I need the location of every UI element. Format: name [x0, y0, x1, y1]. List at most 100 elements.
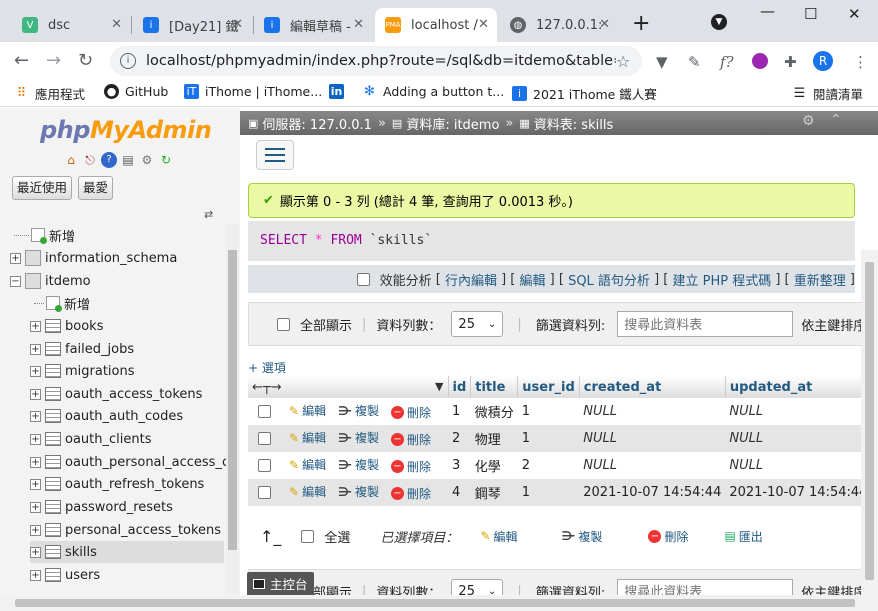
row-delete-button[interactable]: − 刪除: [391, 485, 431, 502]
cell-created-at[interactable]: 2021-10-07 14:54:44: [579, 479, 726, 506]
bulk-copy-button[interactable]: ⋺ 複製: [562, 528, 603, 545]
minimize-icon[interactable]: —: [760, 2, 775, 20]
menu-icon[interactable]: ⋮: [853, 53, 868, 71]
docs-icon[interactable]: ▤: [120, 152, 136, 168]
page-vertical-scrollbar[interactable]: [861, 250, 878, 595]
expand-icon[interactable]: +: [30, 343, 41, 355]
tree-table-oauth-clients[interactable]: + oauth_clients: [30, 428, 151, 450]
profile-avatar[interactable]: R: [813, 51, 833, 71]
browser-tab-dsc[interactable]: V dsc ✕: [12, 8, 130, 42]
cell-title[interactable]: 微積分: [470, 398, 518, 425]
expand-icon[interactable]: +: [30, 320, 41, 332]
expand-icon[interactable]: +: [10, 252, 21, 264]
tab-search-icon[interactable]: ▼: [711, 14, 727, 30]
breadcrumb-database[interactable]: 資料庫: itdemo: [406, 114, 499, 133]
tree-table-oauth-access-tokens[interactable]: + oauth_access_tokens: [30, 383, 202, 405]
rows-per-page-select[interactable]: 25 ⌄: [451, 311, 504, 337]
reload-nav-icon[interactable]: ↻: [158, 152, 174, 168]
address-bar[interactable]: i localhost/phpmyadmin/index.php?route=/…: [110, 46, 642, 76]
create-php-code-link[interactable]: 建立 PHP 程式碼: [672, 270, 771, 289]
info-icon[interactable]: i: [120, 53, 136, 69]
vpn-extension-icon[interactable]: ▼: [656, 53, 668, 71]
reload-icon[interactable]: ↻: [78, 50, 93, 71]
row-checkbox[interactable]: [258, 431, 271, 445]
table-row[interactable]: ✎ 編輯 ⋺ 複製 − 刪除 1 微積分 1 NULL NULL: [248, 398, 872, 425]
cell-id[interactable]: 4: [448, 479, 471, 506]
browser-tab-localhost[interactable]: PMA localhost / ✕: [375, 8, 497, 42]
close-icon[interactable]: ✕: [111, 17, 122, 32]
table-row[interactable]: ✎ 編輯 ⋺ 複製 − 刪除 2 物理 1 NULL NULL: [248, 425, 872, 452]
tree-table-oauth-personal-access-clients[interactable]: + oauth_personal_access_cl: [30, 451, 233, 473]
row-checkbox[interactable]: [258, 404, 271, 418]
hamburger-menu-button[interactable]: [256, 140, 294, 170]
tree-db-itdemo[interactable]: − itdemo: [10, 270, 91, 292]
cell-id[interactable]: 3: [448, 452, 471, 479]
row-edit-button[interactable]: ✎ 編輯: [289, 429, 326, 446]
cell-user-id[interactable]: 2: [517, 452, 580, 479]
filter-rows-input[interactable]: [617, 311, 794, 337]
row-copy-button[interactable]: ⋺ 複製: [338, 429, 379, 446]
tree-table-books[interactable]: + books: [30, 315, 103, 337]
close-icon[interactable]: ✕: [353, 17, 364, 32]
collapse-top-icon[interactable]: ⌃: [830, 112, 842, 128]
row-edit-button[interactable]: ✎ 編輯: [289, 483, 326, 500]
sql-query-box[interactable]: SELECT * FROM `skills`: [248, 221, 855, 261]
expand-icon[interactable]: +: [30, 501, 41, 513]
expand-icon[interactable]: +: [30, 478, 41, 490]
bulk-edit-button[interactable]: ✎ 編輯: [480, 528, 517, 545]
cell-user-id[interactable]: 1: [517, 425, 580, 452]
cell-updated-at[interactable]: NULL: [725, 398, 872, 425]
column-arrows-header[interactable]: ←┬→ ▼: [248, 376, 449, 398]
home-icon[interactable]: ⌂: [63, 152, 79, 168]
bulk-delete-button[interactable]: − 刪除: [648, 528, 688, 545]
settings-gear-icon[interactable]: ⚙: [139, 152, 155, 168]
expand-icon[interactable]: +: [30, 524, 41, 536]
expand-icon[interactable]: +: [30, 569, 41, 581]
row-checkbox[interactable]: [258, 485, 271, 499]
bookmark-apps[interactable]: ⠿ 應用程式: [14, 84, 85, 103]
star-icon[interactable]: ☆: [616, 52, 630, 71]
tree-table-personal-access-tokens[interactable]: + personal_access_tokens: [30, 519, 221, 541]
window-close-icon[interactable]: ✕: [848, 5, 861, 23]
tree-table-users[interactable]: + users: [30, 564, 100, 586]
close-icon[interactable]: ✕: [232, 17, 243, 32]
new-tab-button[interactable]: +: [632, 13, 650, 35]
cell-id[interactable]: 2: [448, 425, 471, 452]
cell-updated-at[interactable]: 2021-10-07 14:54:44: [725, 479, 872, 506]
eyedropper-icon[interactable]: ✎: [688, 53, 701, 71]
cell-title[interactable]: 化學: [470, 452, 518, 479]
row-copy-button[interactable]: ⋺ 複製: [338, 456, 379, 473]
explain-sql-link[interactable]: SQL 語句分析: [568, 270, 650, 289]
row-delete-button[interactable]: − 刪除: [391, 404, 431, 421]
column-header-id[interactable]: id: [448, 376, 472, 398]
row-checkbox[interactable]: [258, 458, 271, 472]
bookmark-github[interactable]: ● GitHub: [104, 84, 168, 99]
puzzle-icon[interactable]: ✚: [784, 53, 797, 71]
cell-created-at[interactable]: NULL: [579, 452, 726, 479]
tree-new-table[interactable]: 新增: [34, 292, 90, 314]
page-horizontal-scrollbar[interactable]: [0, 595, 878, 611]
show-all-checkbox[interactable]: [277, 317, 290, 331]
bulk-export-button[interactable]: ▤ 匯出: [724, 528, 762, 545]
vertical-scrollbar-thumb[interactable]: [865, 262, 874, 580]
row-copy-button[interactable]: ⋺ 複製: [338, 402, 379, 419]
cell-id[interactable]: 1: [448, 398, 471, 425]
bookmark-linkedin[interactable]: in: [329, 84, 350, 99]
bookmark-adding-button[interactable]: ✻ Adding a button t...: [362, 84, 504, 99]
forward-icon[interactable]: →: [46, 50, 61, 71]
maximize-icon[interactable]: ☐: [804, 5, 817, 23]
collapse-icon[interactable]: −: [10, 275, 21, 287]
profiling-checkbox[interactable]: [356, 272, 370, 286]
filter-rows-input-bottom[interactable]: [617, 578, 794, 595]
row-delete-button[interactable]: − 刪除: [391, 431, 431, 448]
bookmark-ithome-2021[interactable]: i 2021 iThome 鐵人賽: [512, 84, 657, 103]
extension-icon[interactable]: [752, 53, 768, 69]
breadcrumb-server[interactable]: 伺服器: 127.0.0.1: [262, 114, 372, 133]
close-icon[interactable]: ✕: [478, 17, 489, 32]
nav-scrollbar[interactable]: [226, 224, 239, 595]
row-edit-button[interactable]: ✎ 編輯: [289, 402, 326, 419]
column-header-title[interactable]: title: [470, 376, 519, 398]
row-copy-button[interactable]: ⋺ 複製: [338, 483, 379, 500]
refresh-link[interactable]: 重新整理: [794, 270, 846, 289]
link-collapse-icon[interactable]: ⇄: [204, 208, 213, 221]
